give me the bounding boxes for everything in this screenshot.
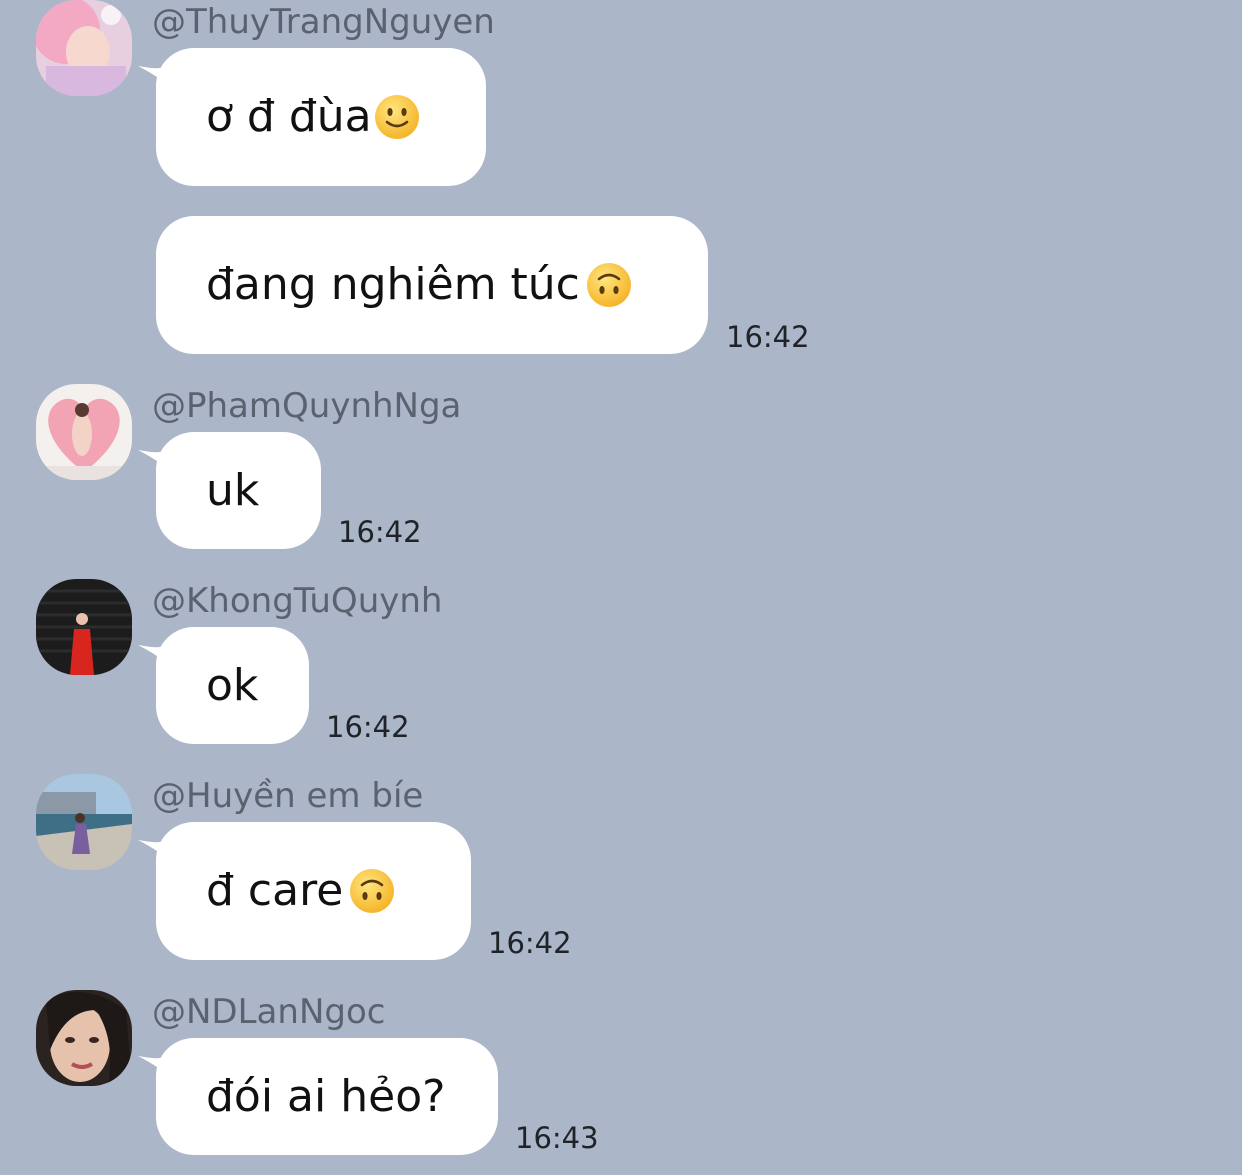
- avatar-khongtuquynh[interactable]: [36, 579, 132, 675]
- slightly-smiling-face-emoji: [374, 95, 419, 139]
- message-time: 16:43: [515, 1121, 599, 1155]
- message-time: 16:42: [326, 710, 410, 744]
- message-text: ok: [206, 659, 259, 711]
- username: @ThuyTrangNguyen: [152, 2, 495, 42]
- message-time: 16:42: [488, 926, 572, 960]
- upside-down-face-emoji: [586, 263, 631, 307]
- avatar-image: [36, 774, 132, 870]
- username: @NDLanNgoc: [152, 992, 386, 1032]
- avatar-image: [36, 0, 132, 96]
- message-bubble[interactable]: ơ đ đùa: [156, 48, 486, 186]
- message-text: đang nghiêm túc: [206, 259, 580, 310]
- avatar-image: [36, 990, 132, 1086]
- username: @PhamQuynhNga: [152, 386, 462, 426]
- message-time: 16:42: [726, 320, 810, 354]
- avatar-huyen-em-bie[interactable]: [36, 774, 132, 870]
- avatar-thuytrangnguyen[interactable]: [36, 0, 132, 96]
- avatar-ndlanngoc[interactable]: [36, 990, 132, 1086]
- message-bubble[interactable]: đói ai hẻo?: [156, 1038, 498, 1155]
- avatar-phamquynhnga[interactable]: [36, 384, 132, 480]
- message-bubble[interactable]: ok: [156, 627, 309, 744]
- message-bubble[interactable]: đang nghiêm túc: [156, 216, 708, 354]
- username: @KhongTuQuynh: [152, 581, 443, 621]
- message-text: ơ đ đùa: [206, 91, 372, 142]
- message-bubble[interactable]: đ care: [156, 822, 471, 960]
- avatar-image: [36, 384, 132, 480]
- username: @Huyền em bíe: [152, 776, 424, 816]
- upside-down-face-emoji: [350, 869, 395, 913]
- message-time: 16:42: [338, 515, 422, 549]
- message-text: đ care: [206, 865, 344, 916]
- message-text: uk: [206, 464, 260, 516]
- avatar-image: [36, 579, 132, 675]
- message-text: đói ai hẻo?: [206, 1070, 446, 1122]
- message-bubble[interactable]: uk: [156, 432, 321, 549]
